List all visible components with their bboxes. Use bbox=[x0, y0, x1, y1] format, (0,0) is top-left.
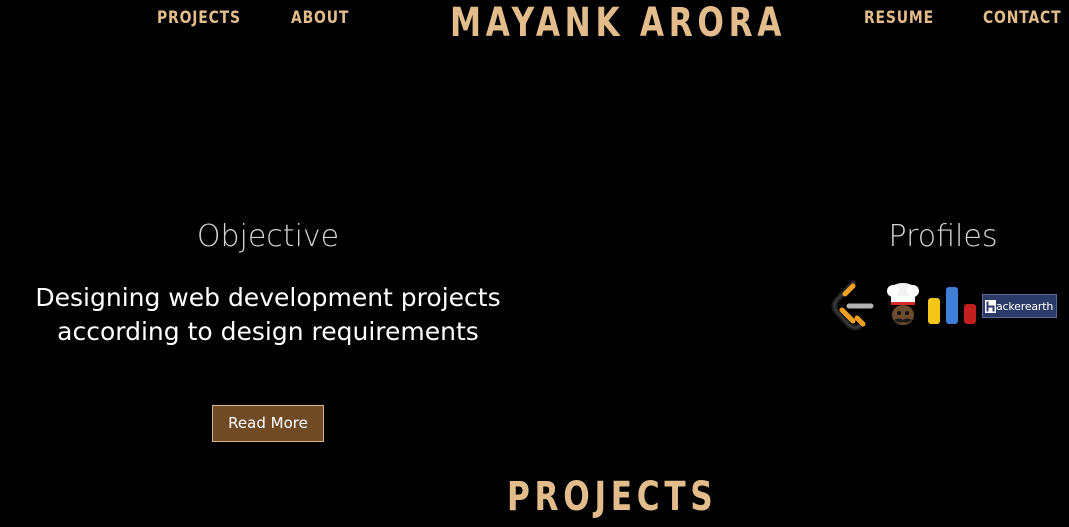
read-more-button[interactable]: Read More bbox=[212, 405, 324, 442]
nav-link-contact[interactable]: CONTACT bbox=[983, 8, 1061, 28]
leetcode-icon[interactable] bbox=[829, 280, 877, 332]
hackerearth-label: ackerearth bbox=[996, 299, 1054, 313]
nav-link-resume[interactable]: RESUME bbox=[864, 8, 934, 28]
objective-text-line-1: Designing web development projects bbox=[35, 283, 501, 312]
objective-heading: Objective bbox=[196, 219, 340, 254]
nav-link-about[interactable]: ABOUT bbox=[291, 8, 349, 28]
hackerearth-h-mark bbox=[985, 299, 996, 313]
codechef-icon[interactable] bbox=[883, 282, 923, 330]
nav-link-projects[interactable]: PROJECTS bbox=[157, 8, 241, 28]
codeforces-icon[interactable] bbox=[927, 286, 979, 326]
objective-text: Designing web development projects accor… bbox=[0, 281, 536, 349]
objective-text-line-2: according to design requirements bbox=[57, 317, 479, 346]
hackerearth-icon[interactable]: ackerearth bbox=[982, 294, 1057, 318]
projects-section-title: PROJECTS bbox=[507, 474, 718, 520]
profiles-heading: Profiles bbox=[888, 219, 998, 254]
site-brand-name[interactable]: MAYANK ARORA bbox=[450, 0, 786, 46]
